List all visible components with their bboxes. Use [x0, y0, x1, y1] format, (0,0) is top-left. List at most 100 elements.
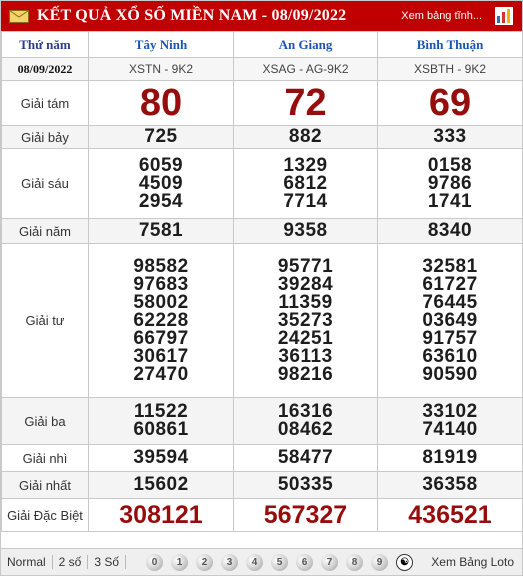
prize-value: 7581: [88, 218, 234, 244]
prize-value: 62228: [133, 309, 189, 331]
prize-value: 72: [233, 80, 378, 126]
envelope-icon: [9, 9, 29, 23]
prize-row-g6: Giải sáu 6059 4509 2954 1329 6812 7714 0…: [1, 148, 523, 219]
digit-ball-3[interactable]: 3: [221, 553, 239, 571]
prize-value: 61727: [422, 273, 478, 295]
static-view-link[interactable]: Xem bảng tĩnh...: [401, 10, 482, 22]
prize-value: 39284: [277, 273, 334, 295]
code-row: 08/09/2022 XSTN - 9K2 XSAG - AG-9K2 XSBT…: [1, 57, 523, 81]
draw-date: 08/09/2022: [1, 57, 89, 81]
digit-ball-4[interactable]: 4: [246, 553, 264, 571]
prize-value: 36358: [377, 471, 523, 499]
prize-row-g1: Giải nhất 15602 50335 36358: [1, 471, 523, 499]
prize-row-g3: Giải ba 11522 60861 16316 08462 33102 74…: [1, 397, 523, 445]
digit-ball-9[interactable]: 9: [371, 553, 389, 571]
prize-row-g4: Giải tư 98582 97683 58002 62228 66797 30…: [1, 243, 523, 398]
ticket-code: XSBTH - 9K2: [377, 57, 523, 81]
prize-value: 91757: [422, 327, 478, 349]
prize-value: 24251: [277, 327, 334, 349]
prize-value: 58002: [133, 291, 189, 313]
two-digit-option[interactable]: 2 số: [53, 555, 89, 569]
prize-value: 76445: [422, 291, 478, 313]
special-prize-value: 436521: [377, 498, 523, 532]
prize-label: Giải tư: [1, 243, 89, 398]
prize-row-g5: Giải năm 7581 9358 8340: [1, 218, 523, 244]
prize-value: 11359: [278, 291, 333, 313]
province-header[interactable]: An Giang: [233, 31, 378, 58]
three-digit-option[interactable]: 3 Số: [88, 555, 127, 569]
prize-value: 4509: [138, 172, 184, 194]
digit-ball-2[interactable]: 2: [196, 553, 214, 571]
prize-value: 1329: [283, 154, 328, 176]
digit-ball-8[interactable]: 8: [346, 553, 364, 571]
yin-yang-icon[interactable]: ☯: [396, 553, 414, 571]
prize-value: 03649: [422, 309, 478, 331]
ticket-code: XSTN - 9K2: [88, 57, 234, 81]
digit-ball-7[interactable]: 7: [321, 553, 339, 571]
normal-view-option[interactable]: Normal: [1, 555, 53, 569]
province-header[interactable]: Tây Ninh: [88, 31, 234, 58]
view-loto-link[interactable]: Xem Bảng Loto: [431, 555, 514, 569]
special-prize-value: 567327: [233, 498, 378, 532]
prize-value: 1741: [427, 190, 473, 212]
prize-row-g7: Giải bảy 725 882 333: [1, 125, 523, 149]
prize-value: 7714: [283, 190, 328, 212]
prize-value: 69: [377, 80, 523, 126]
header-row: Thứ năm Tây Ninh An Giang Bình Thuận: [1, 31, 523, 58]
prize-value: 97683: [133, 273, 189, 295]
chart-icon[interactable]: [495, 7, 513, 25]
prize-label: Giải sáu: [1, 148, 89, 219]
prize-label: Giải năm: [1, 218, 89, 244]
footer-toolbar: Normal 2 số 3 Số 0 1 2 3 4 5 6 7 8 9 ☯ X…: [1, 548, 522, 575]
prize-value: 50335: [233, 471, 378, 499]
prize-value: 98582: [133, 255, 189, 277]
prize-label: Giải Đặc Biệt: [1, 498, 89, 532]
weekday-header: Thứ năm: [1, 31, 89, 58]
ticket-code: XSAG - AG-9K2: [233, 57, 378, 81]
page-title: KẾT QUẢ XỔ SỐ MIỀN NAM - 08/09/2022: [37, 7, 347, 24]
prize-value: 333: [377, 125, 523, 149]
prize-cell: 95771 39284 11359 35273 24251 36113 9821…: [233, 243, 378, 398]
prize-label: Giải nhì: [1, 444, 89, 472]
digit-ball-0[interactable]: 0: [146, 553, 164, 571]
prize-value: 58477: [233, 444, 378, 472]
prize-value: 81919: [377, 444, 523, 472]
province-header[interactable]: Bình Thuận: [377, 31, 523, 58]
prize-value: 35273: [277, 309, 334, 331]
prize-value: 6059: [138, 154, 184, 176]
prize-value: 36113: [278, 345, 333, 367]
prize-cell: 11522 60861: [88, 397, 234, 445]
prize-cell: 6059 4509 2954: [88, 148, 234, 219]
prize-row-g8: Giải tám 80 72 69: [1, 80, 523, 126]
special-prize-value: 308121: [88, 498, 234, 532]
prize-value: 9358: [233, 218, 378, 244]
prize-value: 90590: [422, 363, 478, 385]
prize-cell: 98582 97683 58002 62228 66797 30617 2747…: [88, 243, 234, 398]
prize-value: 32581: [422, 255, 478, 277]
prize-value: 725: [88, 125, 234, 149]
prize-value: 98216: [277, 363, 334, 385]
prize-value: 6812: [283, 172, 328, 194]
prize-label: Giải bảy: [1, 125, 89, 149]
prize-value: 0158: [427, 154, 473, 176]
prize-value: 08462: [277, 419, 334, 440]
digit-ball-5[interactable]: 5: [271, 553, 289, 571]
digit-ball-1[interactable]: 1: [171, 553, 189, 571]
digit-filter: 0 1 2 3 4 5 6 7 8 9 ☯: [142, 553, 417, 571]
prize-value: 2954: [138, 190, 184, 212]
prize-value: 66797: [133, 327, 189, 349]
title-bar: KẾT QUẢ XỔ SỐ MIỀN NAM - 08/09/2022 Xem …: [1, 1, 522, 31]
prize-value: 882: [233, 125, 378, 149]
prize-row-special: Giải Đặc Biệt 308121 567327 436521: [1, 498, 523, 532]
results-table: Thứ năm Tây Ninh An Giang Bình Thuận 08/…: [1, 31, 523, 532]
prize-cell: 33102 74140: [377, 397, 523, 445]
results-panel: KẾT QUẢ XỔ SỐ MIỀN NAM - 08/09/2022 Xem …: [0, 0, 523, 576]
digit-ball-6[interactable]: 6: [296, 553, 314, 571]
prize-value: 74140: [422, 419, 478, 440]
prize-cell: 32581 61727 76445 03649 91757 63610 9059…: [377, 243, 523, 398]
prize-value: 27470: [133, 363, 189, 385]
prize-cell: 1329 6812 7714: [233, 148, 378, 219]
prize-value: 60861: [133, 419, 189, 440]
prize-value: 80: [88, 80, 234, 126]
prize-label: Giải ba: [1, 397, 89, 445]
